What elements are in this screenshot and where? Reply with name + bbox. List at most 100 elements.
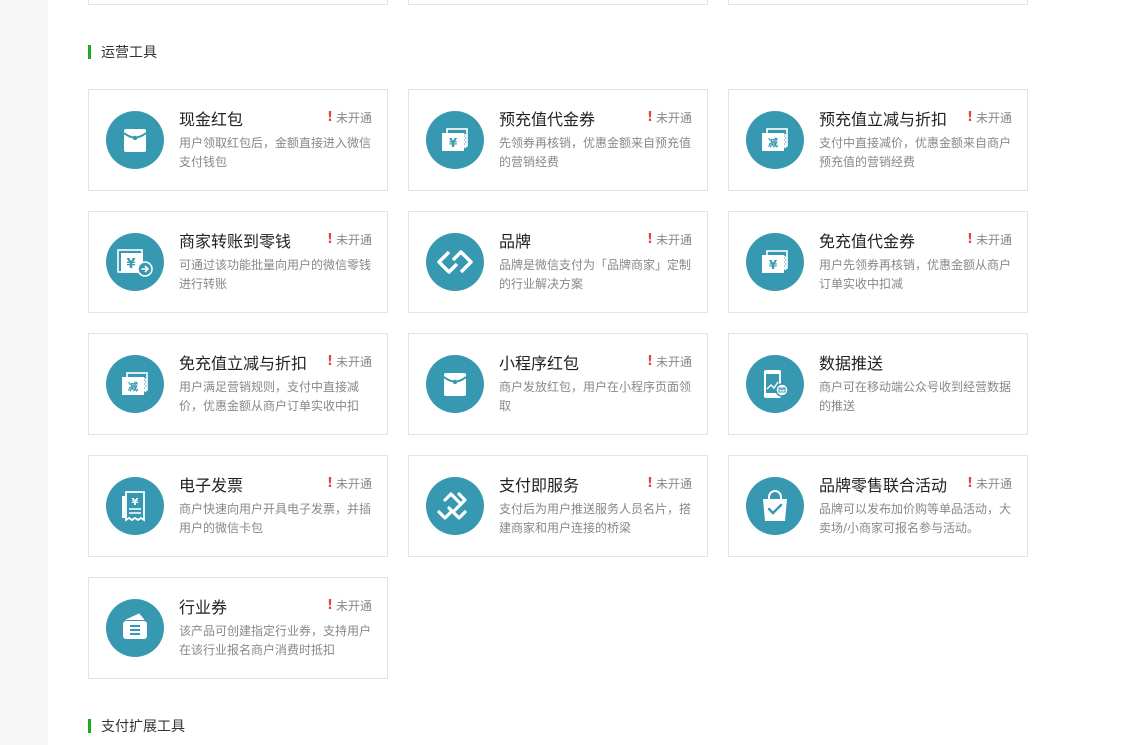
tool-title: 现金红包 xyxy=(179,110,244,129)
status-label: 未开通 xyxy=(655,355,692,369)
warning-icon: ! xyxy=(647,476,653,491)
tool-description: 用户领取红包后，金额直接进入微信支付钱包 xyxy=(179,136,372,169)
status-badge: ! 未开通 xyxy=(327,597,372,614)
warning-icon: ! xyxy=(647,110,653,125)
warning-icon: ! xyxy=(967,110,973,125)
svg-text:¥: ¥ xyxy=(449,136,458,150)
tool-card[interactable]: 品牌零售联合活动! 未开通 品牌可以发布加价购等单品活动，大卖场/小商家可报名参与活… xyxy=(728,455,1028,557)
yuan-coupon-icon: ¥ xyxy=(746,233,804,291)
shopping-bag-icon xyxy=(746,477,804,535)
status-label: 未开通 xyxy=(975,233,1012,247)
section-title-operation-tools: 运营工具 xyxy=(88,44,157,61)
previous-card-edge xyxy=(728,0,1028,5)
tool-description: 商户可在移动端公众号收到经营数据的推送 xyxy=(819,380,1012,413)
tool-card[interactable]: ¥ 商家转账到零钱! 未开通 可通过该功能批量向用户的微信零钱进行转账 xyxy=(88,211,388,313)
invoice-icon: ¥ xyxy=(106,477,164,535)
tool-card[interactable]: 行业券! 未开通 该产品可创建指定行业券，支持用户在该行业报名商户消费时抵扣 xyxy=(88,577,388,679)
status-badge: ! 未开通 xyxy=(967,231,1012,248)
section-title-label: 运营工具 xyxy=(101,45,157,61)
data-push-icon xyxy=(746,355,804,413)
tool-description: 用户先领券再核销，优惠金额从商户订单实收中扣减 xyxy=(819,258,1012,291)
status-badge: ! 未开通 xyxy=(327,353,372,370)
status-label: 未开通 xyxy=(975,477,1012,491)
warning-icon: ! xyxy=(647,232,653,247)
status-badge: ! 未开通 xyxy=(327,231,372,248)
tool-description: 品牌可以发布加价购等单品活动，大卖场/小商家可报名参与活动。 xyxy=(819,502,1012,535)
tool-card[interactable]: 小程序红包! 未开通 商户发放红包，用户在小程序页面领取 xyxy=(408,333,708,435)
status-badge: ! 未开通 xyxy=(647,231,692,248)
tool-title: 支付即服务 xyxy=(499,476,580,495)
svg-text:减: 减 xyxy=(768,137,778,150)
tool-title: 品牌 xyxy=(499,232,532,251)
status-badge: ! 未开通 xyxy=(967,109,1012,126)
svg-text:¥: ¥ xyxy=(769,258,778,272)
tool-description: 支付中直接减价，优惠金额来自商户预充值的营销经费 xyxy=(819,136,1012,169)
discount-coupon-icon: 减 xyxy=(106,355,164,413)
tool-description: 用户满足营销规则，支付中直接减价，优惠金额从商户订单实收中扣 xyxy=(179,380,360,413)
warning-icon: ! xyxy=(967,232,973,247)
tool-description: 品牌是微信支付为「品牌商家」定制的行业解决方案 xyxy=(499,258,692,291)
status-label: 未开通 xyxy=(655,111,692,125)
tool-card[interactable]: ¥ 免充值代金券! 未开通 用户先领券再核销，优惠金额从商户订单实收中扣减 xyxy=(728,211,1028,313)
tool-title: 商家转账到零钱 xyxy=(179,232,292,251)
service-icon xyxy=(426,477,484,535)
svg-text:¥: ¥ xyxy=(132,497,139,508)
tool-card[interactable]: 数据推送商户可在移动端公众号收到经营数据的推送 xyxy=(728,333,1028,435)
brand-icon xyxy=(426,233,484,291)
status-label: 未开通 xyxy=(335,355,372,369)
tool-title: 小程序红包 xyxy=(499,354,580,373)
svg-text:减: 减 xyxy=(128,381,138,394)
section-title-label: 支付扩展工具 xyxy=(101,719,185,735)
tool-title: 行业券 xyxy=(179,598,228,617)
red-packet-icon xyxy=(106,111,164,169)
tool-card[interactable]: 现金红包! 未开通 用户领取红包后，金额直接进入微信支付钱包 xyxy=(88,89,388,191)
tool-card[interactable]: 支付即服务! 未开通 支付后为用户推送服务人员名片，搭建商家和用户连接的桥梁 xyxy=(408,455,708,557)
tool-description: 可通过该功能批量向用户的微信零钱进行转账 xyxy=(179,258,372,291)
status-label: 未开通 xyxy=(335,477,372,491)
status-label: 未开通 xyxy=(655,477,692,491)
tool-title: 预充值代金券 xyxy=(499,110,596,129)
status-label: 未开通 xyxy=(335,111,372,125)
warning-icon: ! xyxy=(327,232,333,247)
status-badge: ! 未开通 xyxy=(647,353,692,370)
main-content: 运营工具 现金红包! 未开通 用户领取红包后，金额直接进入微信支付钱包 ¥ 预充值代金券… xyxy=(48,0,1123,745)
status-label: 未开通 xyxy=(335,599,372,613)
tool-title: 数据推送 xyxy=(819,354,884,373)
tool-title: 电子发票 xyxy=(179,476,244,495)
tool-card[interactable]: 品牌! 未开通 品牌是微信支付为「品牌商家」定制的行业解决方案 xyxy=(408,211,708,313)
tool-description: 商户发放红包，用户在小程序页面领取 xyxy=(499,380,692,413)
previous-card-edge xyxy=(88,0,388,5)
status-badge: ! 未开通 xyxy=(647,109,692,126)
tool-title: 预充值立减与折扣 xyxy=(819,110,948,129)
tool-description: 商户快速向用户开具电子发票，并插用户的微信卡包 xyxy=(179,502,372,535)
warning-icon: ! xyxy=(647,354,653,369)
status-badge: ! 未开通 xyxy=(327,475,372,492)
status-badge: ! 未开通 xyxy=(967,475,1012,492)
warning-icon: ! xyxy=(327,476,333,491)
tool-title: 品牌零售联合活动 xyxy=(819,476,948,495)
warning-icon: ! xyxy=(327,354,333,369)
tool-card[interactable]: ¥ 预充值代金券! 未开通 先领券再核销，优惠金额来自预充值的营销经费 xyxy=(408,89,708,191)
tool-card[interactable]: ¥ 电子发票! 未开通 商户快速向用户开具电子发票，并插用户的微信卡包 xyxy=(88,455,388,557)
tool-description: 支付后为用户推送服务人员名片，搭建商家和用户连接的桥梁 xyxy=(499,502,692,535)
warning-icon: ! xyxy=(967,476,973,491)
tool-title: 免充值代金券 xyxy=(819,232,916,251)
industry-coupon-icon xyxy=(106,599,164,657)
discount-coupon-icon: 减 xyxy=(746,111,804,169)
svg-text:¥: ¥ xyxy=(126,257,135,272)
tool-title: 免充值立减与折扣 xyxy=(179,354,308,373)
red-packet-icon xyxy=(426,355,484,413)
status-badge: ! 未开通 xyxy=(327,109,372,126)
warning-icon: ! xyxy=(327,110,333,125)
tool-card[interactable]: 减免充值立减与折扣! 未开通 用户满足营销规则，支付中直接减价，优惠金额从商户订单实… xyxy=(88,333,388,435)
status-label: 未开通 xyxy=(335,233,372,247)
status-label: 未开通 xyxy=(975,111,1012,125)
transfer-icon: ¥ xyxy=(106,233,164,291)
previous-card-edge xyxy=(408,0,708,5)
section-title-payment-extension-tools: 支付扩展工具 xyxy=(88,718,185,735)
tool-card[interactable]: 减预充值立减与折扣! 未开通 支付中直接减价，优惠金额来自商户预充值的营销经费 xyxy=(728,89,1028,191)
tool-description: 先领券再核销，优惠金额来自预充值的营销经费 xyxy=(499,136,692,169)
warning-icon: ! xyxy=(327,598,333,613)
status-badge: ! 未开通 xyxy=(647,475,692,492)
status-label: 未开通 xyxy=(655,233,692,247)
